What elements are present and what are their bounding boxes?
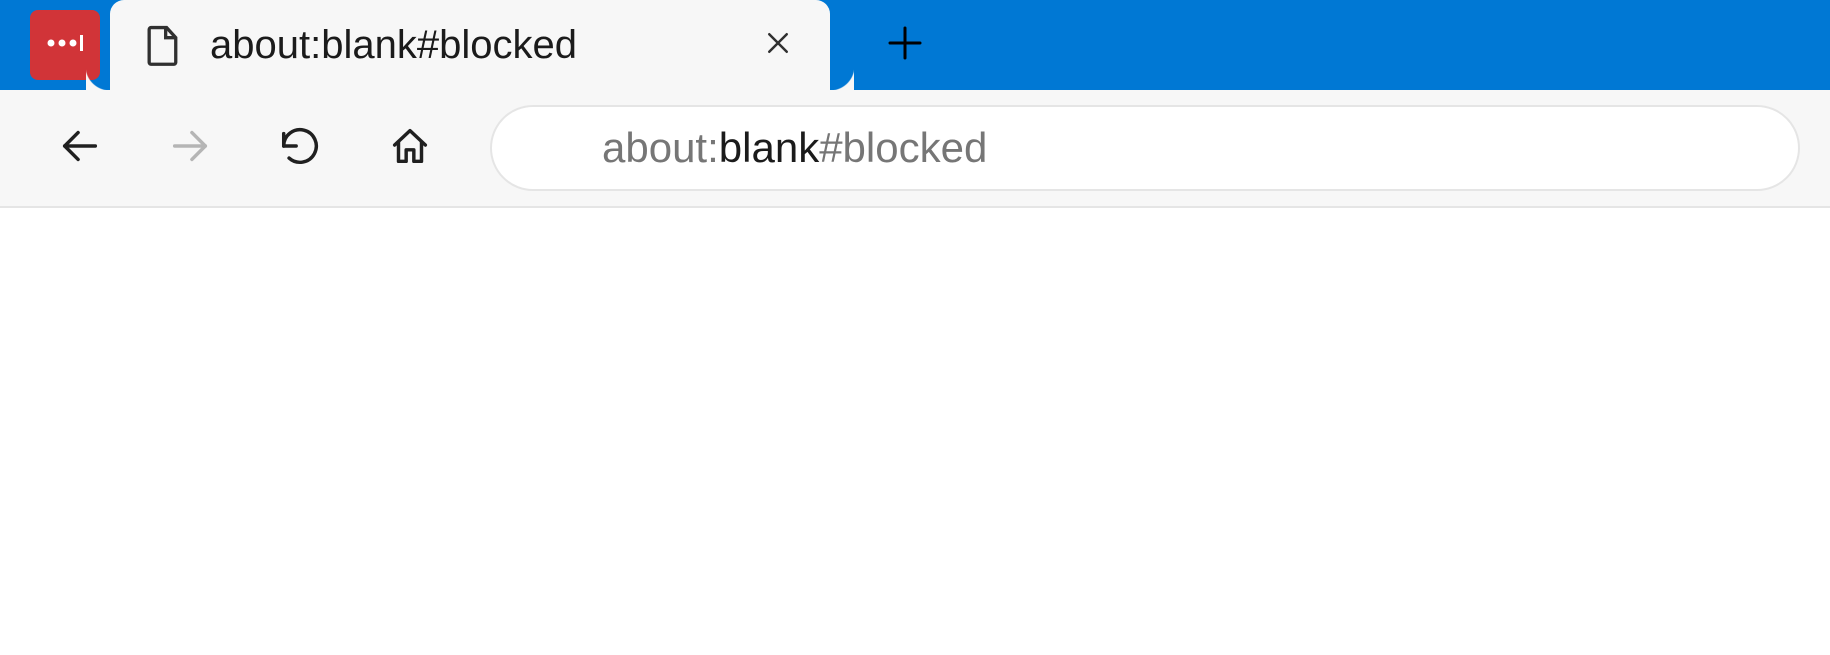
- lastpass-icon: [45, 33, 85, 58]
- home-icon: [387, 123, 433, 174]
- close-icon: [763, 28, 793, 63]
- url-rest: #blocked: [819, 124, 987, 171]
- tab-strip: about:blank#blocked: [0, 0, 1830, 90]
- arrow-right-icon: [167, 123, 213, 174]
- page-content: [0, 208, 1830, 655]
- close-tab-button[interactable]: [756, 23, 800, 67]
- arrow-left-icon: [57, 123, 103, 174]
- url-text: about:blank#blocked: [602, 124, 1764, 172]
- toolbar: about:blank#blocked: [0, 90, 1830, 208]
- plus-icon: [885, 23, 925, 68]
- forward-button: [140, 108, 240, 188]
- refresh-button[interactable]: [250, 108, 350, 188]
- back-button[interactable]: [30, 108, 130, 188]
- url-host: blank: [719, 124, 819, 171]
- url-scheme: about:: [602, 124, 719, 171]
- page-icon: [140, 23, 184, 67]
- tab-title: about:blank#blocked: [210, 23, 756, 68]
- active-tab[interactable]: about:blank#blocked: [110, 0, 830, 90]
- site-info-button[interactable]: [526, 125, 572, 171]
- new-tab-button[interactable]: [860, 0, 950, 90]
- refresh-icon: [277, 123, 323, 174]
- home-button[interactable]: [360, 108, 460, 188]
- address-bar[interactable]: about:blank#blocked: [490, 105, 1800, 191]
